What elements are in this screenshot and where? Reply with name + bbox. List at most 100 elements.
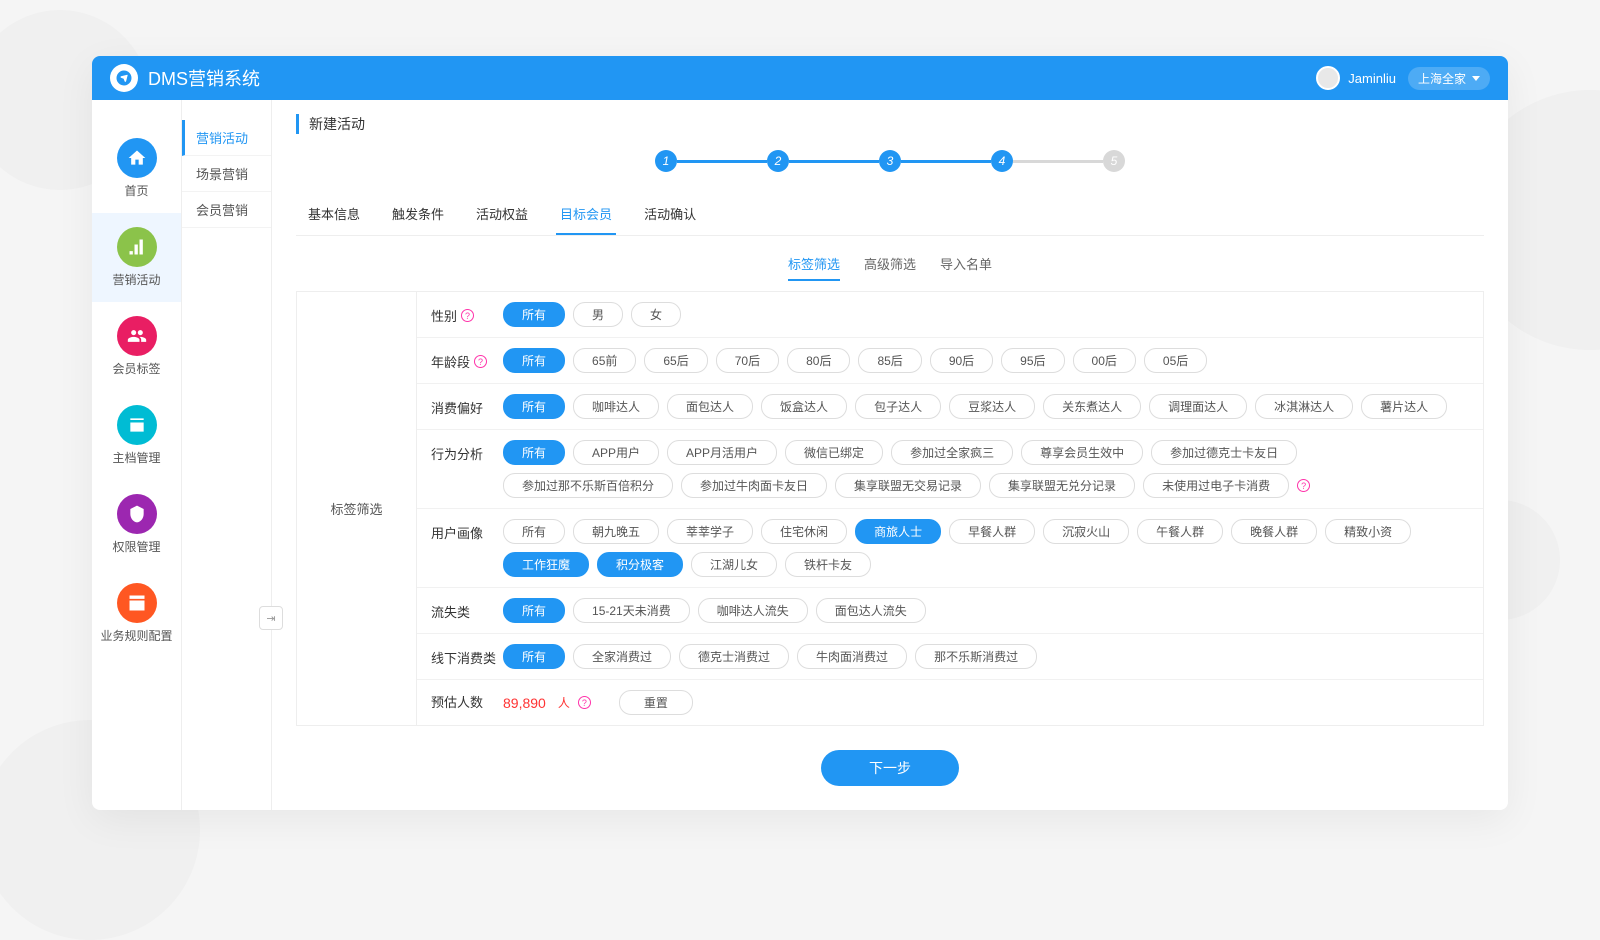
sidebar-item-5[interactable]: 业务规则配置 bbox=[92, 569, 181, 658]
submenu-item-0[interactable]: 营销活动 bbox=[182, 120, 271, 156]
tab-2[interactable]: 活动权益 bbox=[472, 196, 532, 235]
chip[interactable]: 薯片达人 bbox=[1361, 394, 1447, 419]
sidebar-item-label: 业务规则配置 bbox=[100, 627, 172, 644]
chip[interactable]: 95后 bbox=[1001, 348, 1064, 373]
chevron-down-icon bbox=[1472, 76, 1480, 81]
help-icon[interactable]: ? bbox=[461, 309, 474, 322]
chip[interactable]: 集享联盟无兑分记录 bbox=[989, 473, 1135, 498]
chip[interactable]: 调理面达人 bbox=[1149, 394, 1247, 419]
step-4[interactable]: 4 bbox=[991, 150, 1013, 172]
chip[interactable]: 所有 bbox=[503, 302, 565, 327]
chip[interactable]: 牛肉面消费过 bbox=[797, 644, 907, 669]
chip[interactable]: 男 bbox=[573, 302, 623, 327]
sidebar-item-3[interactable]: 主档管理 bbox=[92, 391, 181, 480]
chip[interactable]: 所有 bbox=[503, 644, 565, 669]
page-title: 新建活动 bbox=[296, 114, 1484, 134]
submenu-item-2[interactable]: 会员营销 bbox=[182, 192, 271, 228]
chip[interactable]: 午餐人群 bbox=[1137, 519, 1223, 544]
chip[interactable]: 65前 bbox=[573, 348, 636, 373]
avatar[interactable] bbox=[1316, 66, 1340, 90]
chip[interactable]: 所有 bbox=[503, 440, 565, 465]
chip[interactable]: 集享联盟无交易记录 bbox=[835, 473, 981, 498]
subtab-2[interactable]: 导入名单 bbox=[940, 254, 992, 281]
filter-row-5: 流失类所有15-21天未消费咖啡达人流失面包达人流失 bbox=[417, 588, 1483, 634]
stepper: 1 2 3 4 5 bbox=[296, 150, 1484, 172]
chip[interactable]: 所有 bbox=[503, 598, 565, 623]
subtab-1[interactable]: 高级筛选 bbox=[864, 254, 916, 281]
chip[interactable]: 咖啡达人流失 bbox=[698, 598, 808, 623]
chip[interactable]: APP用户 bbox=[573, 440, 659, 465]
sidebar-icon bbox=[117, 316, 157, 356]
chip[interactable]: 所有 bbox=[503, 348, 565, 373]
chip[interactable]: 80后 bbox=[787, 348, 850, 373]
chip[interactable]: 05后 bbox=[1144, 348, 1207, 373]
help-icon[interactable]: ? bbox=[474, 355, 487, 368]
chip[interactable]: 那不乐斯消费过 bbox=[915, 644, 1037, 669]
chip[interactable]: 江湖儿女 bbox=[691, 552, 777, 577]
chip[interactable]: 冰淇淋达人 bbox=[1255, 394, 1353, 419]
chip[interactable]: APP月活用户 bbox=[667, 440, 777, 465]
help-icon[interactable]: ? bbox=[1297, 479, 1310, 492]
tab-4[interactable]: 活动确认 bbox=[640, 196, 700, 235]
chip[interactable]: 00后 bbox=[1073, 348, 1136, 373]
sidebar-item-2[interactable]: 会员标签 bbox=[92, 302, 181, 391]
submenu-item-1[interactable]: 场景营销 bbox=[182, 156, 271, 192]
chip[interactable]: 关东煮达人 bbox=[1043, 394, 1141, 419]
chip[interactable]: 莘莘学子 bbox=[667, 519, 753, 544]
chip[interactable]: 90后 bbox=[930, 348, 993, 373]
sidebar-item-1[interactable]: 营销活动 bbox=[92, 213, 181, 302]
chip[interactable]: 参加过那不乐斯百倍积分 bbox=[503, 473, 673, 498]
chip[interactable]: 全家消费过 bbox=[573, 644, 671, 669]
chip[interactable]: 女 bbox=[631, 302, 681, 327]
filter-panel: 标签筛选 性别 ?所有男女年龄段 ?所有65前65后70后80后85后90后95… bbox=[296, 291, 1484, 726]
chip[interactable]: 早餐人群 bbox=[949, 519, 1035, 544]
chip[interactable]: 商旅人士 bbox=[855, 519, 941, 544]
chip[interactable]: 包子达人 bbox=[855, 394, 941, 419]
sidebar-item-0[interactable]: 首页 bbox=[92, 124, 181, 213]
step-3[interactable]: 3 bbox=[879, 150, 901, 172]
chip[interactable]: 精致小资 bbox=[1325, 519, 1411, 544]
next-button[interactable]: 下一步 bbox=[821, 750, 959, 786]
tab-1[interactable]: 触发条件 bbox=[388, 196, 448, 235]
chip[interactable]: 面包达人流失 bbox=[816, 598, 926, 623]
help-icon[interactable]: ? bbox=[578, 696, 591, 709]
chip[interactable]: 晚餐人群 bbox=[1231, 519, 1317, 544]
tab-0[interactable]: 基本信息 bbox=[304, 196, 364, 235]
chip[interactable]: 70后 bbox=[716, 348, 779, 373]
store-select[interactable]: 上海全家 bbox=[1408, 67, 1490, 90]
chip[interactable]: 尊享会员生效中 bbox=[1021, 440, 1143, 465]
chip[interactable]: 未使用过电子卡消费 bbox=[1143, 473, 1289, 498]
chip[interactable]: 面包达人 bbox=[667, 394, 753, 419]
chip[interactable]: 豆浆达人 bbox=[949, 394, 1035, 419]
subtab-0[interactable]: 标签筛选 bbox=[788, 254, 840, 281]
collapse-icon[interactable]: ⇥ bbox=[259, 606, 283, 630]
chip[interactable]: 15-21天未消费 bbox=[573, 598, 690, 623]
chip[interactable]: 德克士消费过 bbox=[679, 644, 789, 669]
chip[interactable]: 咖啡达人 bbox=[573, 394, 659, 419]
chip[interactable]: 沉寂火山 bbox=[1043, 519, 1129, 544]
subtabs: 标签筛选高级筛选导入名单 bbox=[296, 236, 1484, 291]
tab-3[interactable]: 目标会员 bbox=[556, 196, 616, 235]
app-window: DMS营销系统 Jaminliu 上海全家 首页营销活动会员标签主档管理权限管理… bbox=[92, 56, 1508, 810]
estimate-body: 89,890人?重置 bbox=[503, 690, 1469, 715]
sidebar: 首页营销活动会员标签主档管理权限管理业务规则配置 bbox=[92, 100, 182, 810]
chip[interactable]: 饭盒达人 bbox=[761, 394, 847, 419]
chip[interactable]: 参加过德克士卡友日 bbox=[1151, 440, 1297, 465]
chip[interactable]: 铁杆卡友 bbox=[785, 552, 871, 577]
chip[interactable]: 积分极客 bbox=[597, 552, 683, 577]
chip[interactable]: 参加过牛肉面卡友日 bbox=[681, 473, 827, 498]
chip[interactable]: 所有 bbox=[503, 394, 565, 419]
chip[interactable]: 参加过全家疯三 bbox=[891, 440, 1013, 465]
chip[interactable]: 85后 bbox=[858, 348, 921, 373]
chip[interactable]: 朝九晚五 bbox=[573, 519, 659, 544]
chip[interactable]: 工作狂魔 bbox=[503, 552, 589, 577]
chip[interactable]: 65后 bbox=[644, 348, 707, 373]
chip[interactable]: 微信已绑定 bbox=[785, 440, 883, 465]
reset-button[interactable]: 重置 bbox=[619, 690, 693, 715]
step-5[interactable]: 5 bbox=[1103, 150, 1125, 172]
step-1[interactable]: 1 bbox=[655, 150, 677, 172]
sidebar-item-4[interactable]: 权限管理 bbox=[92, 480, 181, 569]
chip[interactable]: 住宅休闲 bbox=[761, 519, 847, 544]
chip[interactable]: 所有 bbox=[503, 519, 565, 544]
step-2[interactable]: 2 bbox=[767, 150, 789, 172]
